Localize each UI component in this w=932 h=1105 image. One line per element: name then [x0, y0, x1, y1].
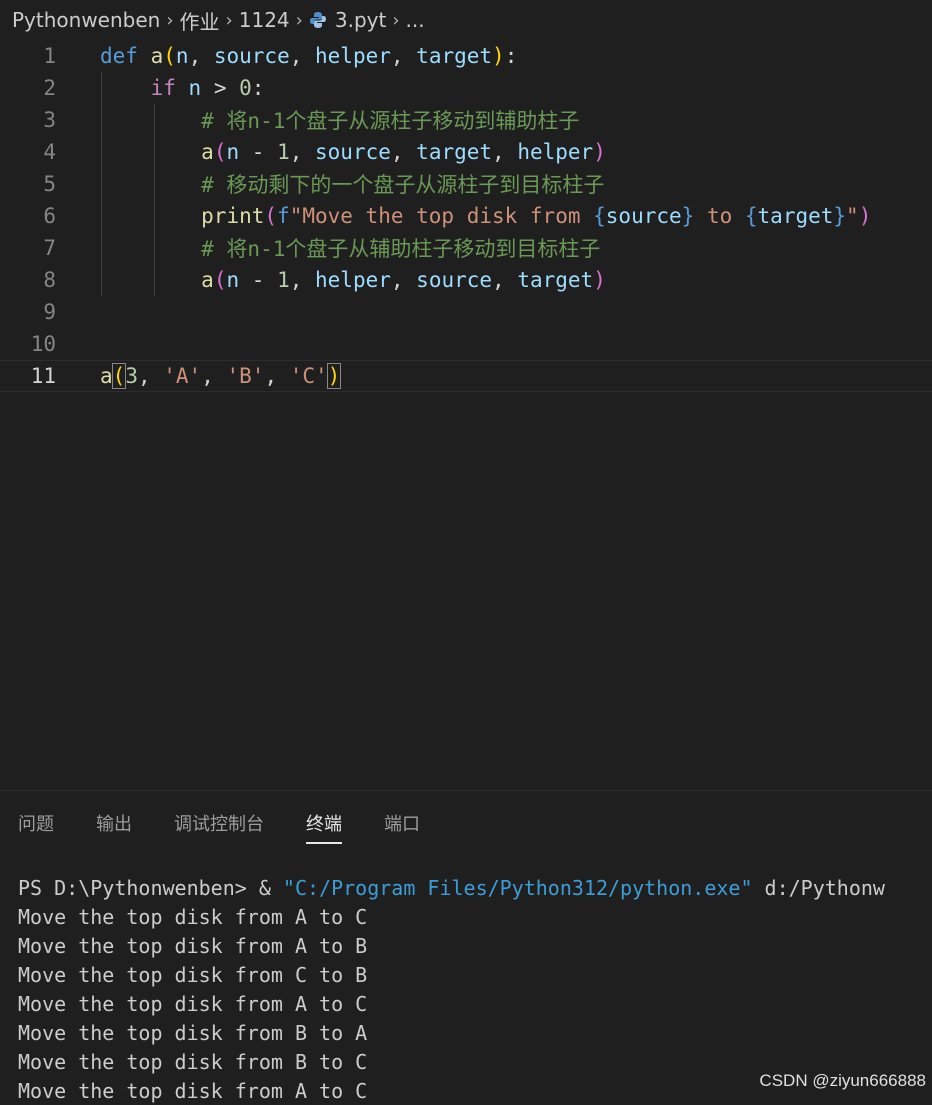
terminal-prompt: PS D:\Pythonwenben> & — [18, 876, 283, 900]
code-line-current: 11 a(3, 'A', 'B', 'C') — [0, 360, 932, 392]
code-comment: # 将n-1个盘子从源柱子移动到辅助柱子 — [100, 109, 580, 133]
terminal-output-line: Move the top disk from A to C — [18, 905, 368, 929]
terminal-output-line: Move the top disk from A to B — [18, 934, 368, 958]
terminal-output-line: Move the top disk from C to B — [18, 963, 368, 987]
terminal-output-line: Move the top disk from A to C — [18, 992, 368, 1016]
breadcrumb-item-folder[interactable]: Pythonwenben — [12, 8, 160, 32]
watermark: CSDN @ziyun666888 — [759, 1071, 926, 1090]
code-text: a(n - 1, source, target, helper) — [201, 140, 606, 164]
line-number: 3 — [43, 108, 56, 132]
code-comment: # 移动剩下的一个盘子从源柱子到目标柱子 — [100, 173, 605, 197]
line-number: 9 — [43, 300, 56, 324]
line-number: 7 — [43, 236, 56, 260]
chevron-right-icon: › — [295, 9, 303, 31]
tab-ports[interactable]: 端口 — [384, 800, 420, 846]
tab-debug-console[interactable]: 调试控制台 — [174, 800, 264, 846]
tab-problems[interactable]: 问题 — [18, 800, 54, 846]
code-text: a(n - 1, helper, source, target) — [201, 268, 606, 292]
breadcrumb-ellipsis[interactable]: ... — [406, 8, 425, 32]
tab-output[interactable]: 输出 — [96, 800, 132, 846]
line-number: 11 — [30, 364, 56, 388]
breadcrumb-item-subfolder-2[interactable]: 1124 — [239, 8, 290, 32]
code-line: 2 if n > 0: — [0, 72, 932, 104]
code-text: def a(n, source, helper, target): — [100, 44, 518, 68]
python-icon — [309, 11, 327, 29]
code-line: 5 # 移动剩下的一个盘子从源柱子到目标柱子 — [0, 168, 932, 200]
line-number: 6 — [43, 204, 56, 228]
panel-divider — [0, 790, 932, 791]
terminal-arg: d:/Pythonw — [752, 876, 885, 900]
terminal-command-line: PS D:\Pythonwenben> & "C:/Program Files/… — [18, 874, 932, 903]
chevron-right-icon: › — [166, 9, 174, 31]
code-line: 10 — [0, 328, 932, 360]
code-line: 7 # 将n-1个盘子从辅助柱子移动到目标柱子 — [0, 232, 932, 264]
line-number: 8 — [43, 268, 56, 292]
breadcrumb: Pythonwenben › 作业 › 1124 › 3.pyt › ... — [0, 0, 932, 40]
line-number: 10 — [30, 332, 56, 356]
line-number: 5 — [43, 172, 56, 196]
line-number: 1 — [43, 44, 56, 68]
code-text: if n > 0: — [150, 76, 265, 100]
tab-terminal[interactable]: 终端 — [306, 800, 342, 846]
terminal-output-line: Move the top disk from B to A — [18, 1021, 368, 1045]
panel-tabs: 问题 输出 调试控制台 终端 端口 — [0, 800, 444, 846]
code-line: 3 # 将n-1个盘子从源柱子移动到辅助柱子 — [0, 104, 932, 136]
code-editor[interactable]: 1 def a(n, source, helper, target): 2 if… — [0, 40, 932, 790]
code-text: a(3, 'A', 'B', 'C') — [100, 363, 342, 389]
breadcrumb-file[interactable]: 3.pyt — [335, 8, 386, 32]
code-line: 6 print(f"Move the top disk from {source… — [0, 200, 932, 232]
chevron-right-icon: › — [225, 9, 233, 31]
line-number: 4 — [43, 140, 56, 164]
code-comment: # 将n-1个盘子从辅助柱子移动到目标柱子 — [100, 237, 601, 261]
breadcrumb-item-subfolder[interactable]: 作业 — [180, 6, 220, 35]
code-line: 8 a(n - 1, helper, source, target) — [0, 264, 932, 296]
code-line: 4 a(n - 1, source, target, helper) — [0, 136, 932, 168]
code-text: print(f"Move the top disk from {source} … — [201, 204, 872, 228]
chevron-right-icon: › — [392, 9, 400, 31]
code-line: 9 — [0, 296, 932, 328]
line-number: 2 — [43, 76, 56, 100]
code-line: 1 def a(n, source, helper, target): — [0, 40, 932, 72]
terminal-exe-path: "C:/Program Files/Python312/python.exe" — [282, 876, 753, 900]
